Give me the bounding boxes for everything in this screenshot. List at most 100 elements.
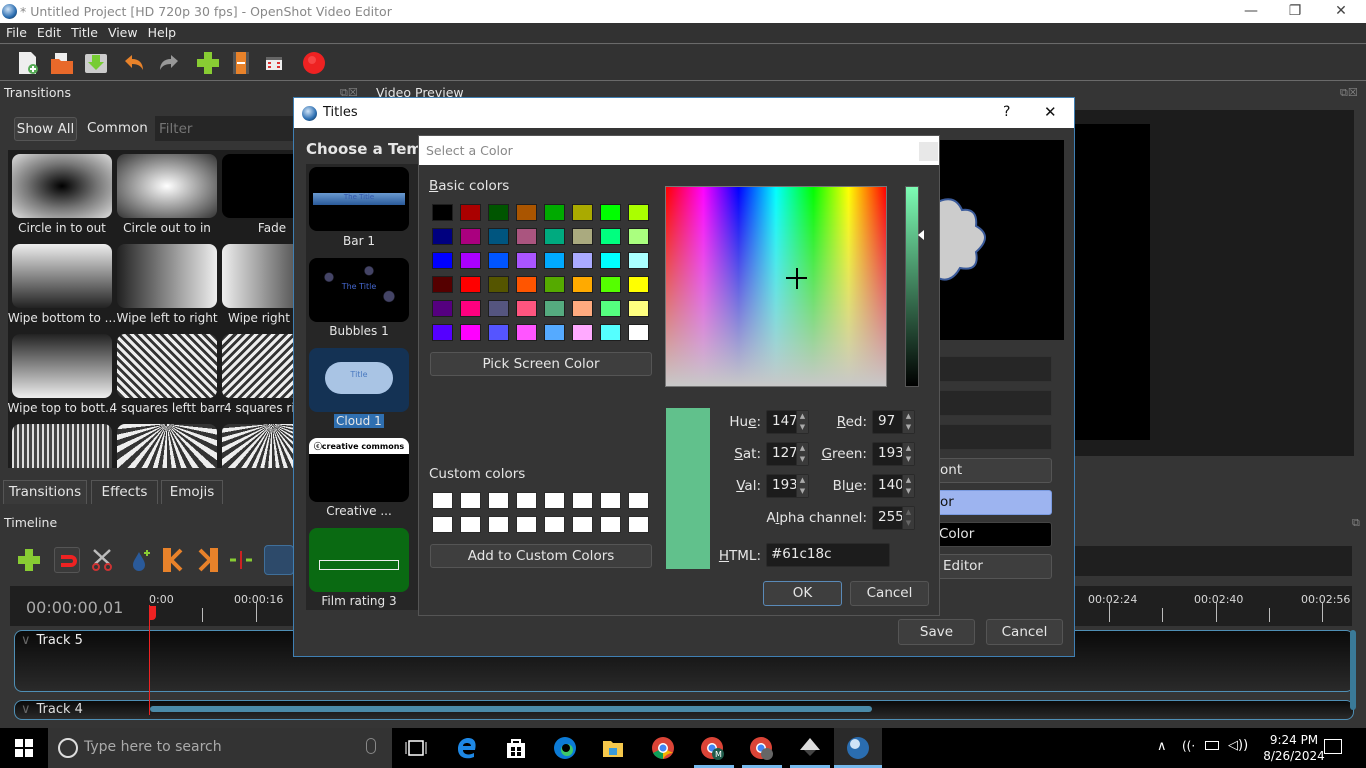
custom-color-swatch[interactable]	[516, 516, 537, 533]
custom-color-swatch[interactable]	[628, 516, 649, 533]
custom-color-swatch[interactable]	[460, 492, 481, 509]
basic-color-swatch[interactable]	[516, 324, 537, 341]
basic-color-swatch[interactable]	[544, 324, 565, 341]
basic-color-swatch[interactable]	[488, 228, 509, 245]
basic-color-swatch[interactable]	[460, 204, 481, 221]
basic-color-swatch[interactable]	[572, 276, 593, 293]
val-spinbox[interactable]: 193 ▲ ▼	[766, 474, 809, 498]
basic-color-swatch[interactable]	[628, 276, 649, 293]
green-spinbox[interactable]: 193 ▲ ▼	[872, 442, 915, 466]
import-files-icon[interactable]	[196, 51, 220, 75]
custom-color-swatch[interactable]	[572, 516, 593, 533]
common-button[interactable]: Common	[87, 120, 148, 136]
transition-thumb[interactable]	[117, 334, 217, 398]
color-cancel-button[interactable]: Cancel	[850, 581, 929, 606]
battery-icon[interactable]	[1205, 741, 1219, 750]
alpha-spinbox[interactable]: 255 ▲ ▼	[872, 506, 915, 530]
value-slider-handle[interactable]	[918, 230, 924, 240]
task-view-icon[interactable]	[404, 736, 428, 760]
menu-edit[interactable]: Edit	[32, 23, 66, 40]
undo-icon[interactable]	[122, 51, 146, 75]
basic-color-swatch[interactable]	[488, 300, 509, 317]
menu-view[interactable]: View	[103, 23, 143, 40]
basic-color-swatch[interactable]	[544, 276, 565, 293]
openshot-icon[interactable]	[846, 736, 870, 760]
color-dialog-close-button[interactable]	[919, 142, 938, 161]
basic-color-swatch[interactable]	[628, 204, 649, 221]
action-center-icon[interactable]	[1324, 739, 1342, 754]
basic-color-swatch[interactable]	[460, 276, 481, 293]
help-button[interactable]: ?	[1003, 104, 1010, 120]
transition-thumb[interactable]	[222, 244, 294, 308]
basic-color-swatch[interactable]	[628, 300, 649, 317]
basic-color-swatch[interactable]	[516, 300, 537, 317]
custom-color-swatch[interactable]	[460, 516, 481, 533]
vertical-scrollbar[interactable]	[1350, 630, 1356, 710]
show-all-button[interactable]: Show All	[14, 117, 77, 141]
basic-color-swatch[interactable]	[600, 228, 621, 245]
tab-transitions[interactable]: Transitions	[3, 480, 87, 504]
clock[interactable]: 9:24 PM 8/26/2024	[1256, 732, 1332, 764]
basic-color-swatch[interactable]	[516, 252, 537, 269]
custom-color-swatch[interactable]	[516, 492, 537, 509]
open-project-icon[interactable]	[50, 51, 74, 75]
hue-spinbox[interactable]: 147 ▲ ▼	[766, 410, 809, 434]
template-thumb[interactable]: Title	[309, 348, 409, 412]
snapping-toggle-icon[interactable]	[54, 547, 80, 573]
inkscape-icon[interactable]	[798, 736, 822, 760]
save-button[interactable]: Save	[898, 619, 975, 645]
transition-thumb[interactable]	[12, 154, 112, 218]
transition-thumb[interactable]	[117, 154, 217, 218]
chrome-profile-2-icon[interactable]	[749, 736, 773, 760]
value-slider[interactable]	[905, 186, 919, 387]
hue-saturation-picker[interactable]	[665, 186, 887, 387]
custom-color-swatch[interactable]	[432, 516, 453, 533]
basic-color-swatch[interactable]	[460, 324, 481, 341]
next-marker-icon[interactable]	[194, 547, 220, 573]
filter-input[interactable]	[155, 116, 295, 141]
basic-color-swatch[interactable]	[432, 276, 453, 293]
edge-icon[interactable]	[553, 736, 577, 760]
html-color-input[interactable]: #61c18c	[766, 543, 890, 567]
close-button[interactable]: ✕	[1318, 0, 1364, 23]
export-video-icon[interactable]	[302, 51, 326, 75]
center-timeline-icon[interactable]	[228, 547, 254, 573]
new-project-icon[interactable]	[16, 51, 40, 75]
basic-color-swatch[interactable]	[488, 204, 509, 221]
titles-close-button[interactable]: ✕	[1044, 103, 1057, 121]
basic-color-swatch[interactable]	[600, 204, 621, 221]
basic-color-swatch[interactable]	[432, 252, 453, 269]
add-to-custom-colors-button[interactable]: Add to Custom Colors	[430, 544, 652, 568]
basic-color-swatch[interactable]	[600, 252, 621, 269]
basic-color-swatch[interactable]	[488, 252, 509, 269]
razor-tool-icon[interactable]	[89, 547, 115, 573]
red-spinbox[interactable]: 97 ▲ ▼	[872, 410, 915, 434]
basic-color-swatch[interactable]	[572, 324, 593, 341]
basic-color-swatch[interactable]	[432, 324, 453, 341]
previous-marker-icon[interactable]	[161, 547, 187, 573]
basic-color-swatch[interactable]	[628, 228, 649, 245]
basic-color-swatch[interactable]	[600, 300, 621, 317]
chrome-profile-m-icon[interactable]: M	[700, 736, 724, 760]
basic-color-swatch[interactable]	[516, 204, 537, 221]
transition-thumb[interactable]	[12, 244, 112, 308]
basic-color-swatch[interactable]	[600, 276, 621, 293]
menu-title[interactable]: Title	[66, 23, 103, 40]
save-project-icon[interactable]	[84, 51, 108, 75]
zoom-slider[interactable]	[264, 545, 294, 575]
basic-color-swatch[interactable]	[544, 252, 565, 269]
add-track-icon[interactable]	[16, 547, 42, 573]
basic-color-swatch[interactable]	[600, 324, 621, 341]
template-thumb[interactable]: The Title	[309, 258, 409, 322]
font-button[interactable]: ont	[934, 458, 1052, 483]
subtitle-text-field[interactable]	[934, 390, 1052, 416]
tab-emojis[interactable]: Emojis	[161, 480, 223, 504]
basic-color-swatch[interactable]	[488, 276, 509, 293]
basic-color-swatch[interactable]	[460, 252, 481, 269]
menu-file[interactable]: File	[0, 23, 32, 40]
custom-color-swatch[interactable]	[600, 492, 621, 509]
microphone-icon[interactable]	[366, 738, 376, 754]
title-text-field[interactable]	[934, 356, 1052, 382]
basic-color-swatch[interactable]	[460, 228, 481, 245]
minimize-button[interactable]: —	[1228, 0, 1274, 23]
